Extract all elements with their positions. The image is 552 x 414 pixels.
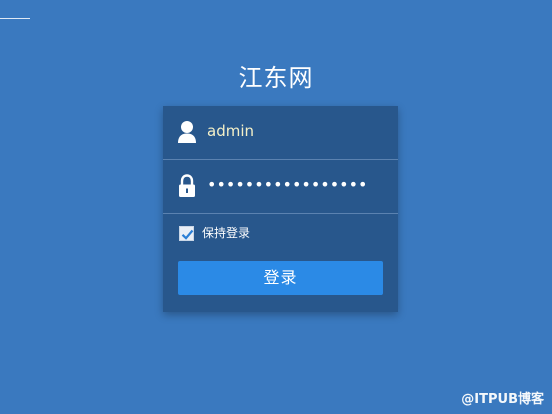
checkmark-icon [181,229,194,240]
remember-checkbox[interactable] [179,225,194,241]
watermark-text: @ITPUB博客 [461,392,544,407]
remember-label: 保持登录 [202,226,251,240]
password-input[interactable]: ••••••••••••••••• [207,171,367,199]
login-button[interactable]: 登录 [178,261,383,295]
username-input[interactable] [207,117,387,145]
lock-icon [177,174,197,198]
user-icon [177,120,197,144]
top-left-line [0,18,30,19]
username-row [163,106,398,158]
password-row: ••••••••••••••••• [163,160,398,212]
login-panel: ••••••••••••••••• 保持登录 登录 [163,106,398,312]
field-divider [163,213,398,214]
remember-login[interactable]: 保持登录 [179,224,250,242]
page-title: 江东网 [238,64,314,92]
